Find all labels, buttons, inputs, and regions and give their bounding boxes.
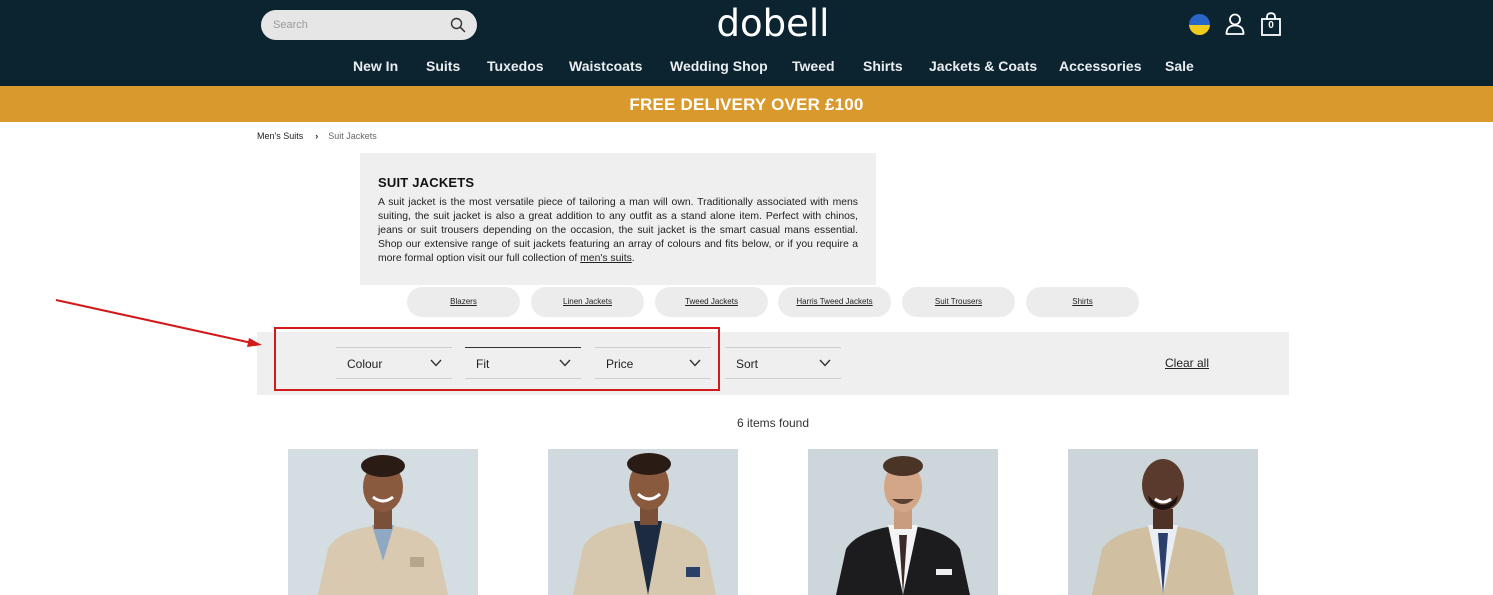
annotation-highlight-box [274,327,720,391]
product-image[interactable] [1068,449,1258,595]
product-card[interactable] [288,449,478,595]
nav-item-suits[interactable]: Suits [426,58,460,74]
nav-item-waistcoats[interactable]: Waistcoats [569,58,642,74]
shopping-bag-icon[interactable]: 0 [1260,12,1282,36]
product-image[interactable] [548,449,738,595]
items-found-count: 6 items found [736,416,810,430]
chip-blazers[interactable]: Blazers [407,287,520,317]
nav-item-shirts[interactable]: Shirts [863,58,903,74]
chip-suit-trousers[interactable]: Suit Trousers [902,287,1015,317]
product-image[interactable] [288,449,478,595]
product-card[interactable] [548,449,738,595]
chevron-down-icon [819,359,831,367]
chip-linen-jackets[interactable]: Linen Jackets [531,287,644,317]
product-image[interactable] [808,449,998,595]
breadcrumb-separator: › [315,131,319,141]
breadcrumb: Men's Suits › Suit Jackets [257,131,377,141]
product-card[interactable] [808,449,998,595]
ukraine-flag-icon [1189,14,1210,35]
nav-item-jackets-coats[interactable]: Jackets & Coats [929,58,1037,74]
search-icon[interactable] [450,17,466,33]
site-logo[interactable]: dobell [680,3,866,45]
mens-suits-link[interactable]: men's suits [580,253,632,264]
breadcrumb-current: Suit Jackets [328,131,377,141]
nav-item-wedding-shop[interactable]: Wedding Shop [670,58,768,74]
nav-item-accessories[interactable]: Accessories [1059,58,1142,74]
chip-tweed-jackets[interactable]: Tweed Jackets [655,287,768,317]
nav-item-new-in[interactable]: New In [353,58,398,74]
category-intro: SUIT JACKETS A suit jacket is the most v… [360,153,876,285]
category-description: A suit jacket is the most versatile piec… [378,197,858,264]
nav-item-tuxedos[interactable]: Tuxedos [487,58,544,74]
product-card[interactable] [1068,449,1258,595]
sort-label: Sort [736,357,759,371]
nav-item-sale[interactable]: Sale [1165,58,1194,74]
chip-harris-tweed-jackets[interactable]: Harris Tweed Jackets [778,287,891,317]
site-header: dobell 0 New In Suits Tuxedos Waistcoats… [0,0,1493,86]
page-title: SUIT JACKETS [378,175,475,190]
promo-banner[interactable]: FREE DELIVERY OVER £100 [0,86,1493,122]
subcategory-links: Blazers Linen Jackets Tweed Jackets Harr… [407,287,1147,317]
search-input[interactable] [273,17,443,33]
chip-shirts[interactable]: Shirts [1026,287,1139,317]
breadcrumb-mens-suits[interactable]: Men's Suits [257,131,303,141]
bag-count: 0 [1268,20,1274,31]
clear-all-link[interactable]: Clear all [1165,356,1209,370]
account-icon[interactable] [1225,13,1245,35]
search-box[interactable] [261,10,477,40]
sort-dropdown[interactable]: Sort [725,347,841,379]
main-nav: New In Suits Tuxedos Waistcoats Wedding … [0,58,1493,78]
nav-item-tweed[interactable]: Tweed [792,58,835,74]
